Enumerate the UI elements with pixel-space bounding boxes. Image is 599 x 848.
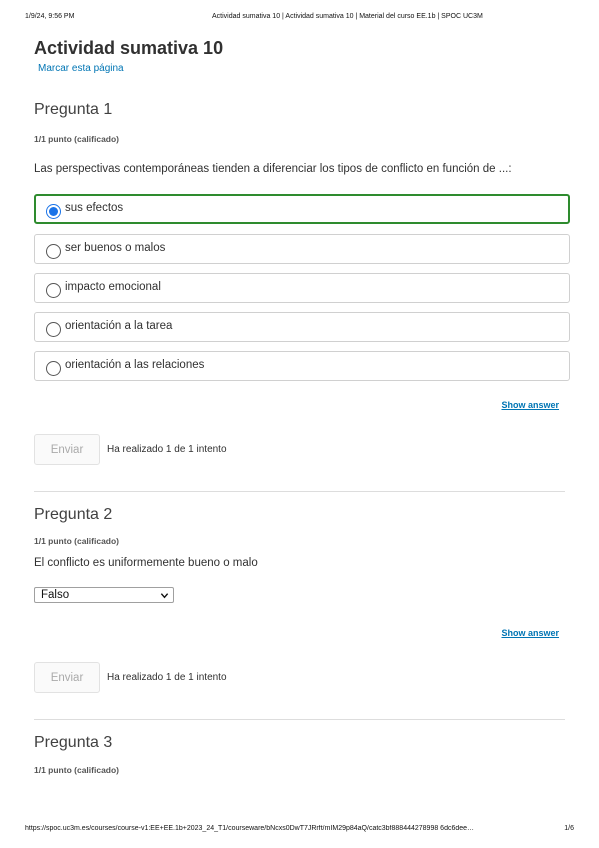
question-3-title: Pregunta 3 xyxy=(34,734,113,751)
q1-option-3-label: impacto emocional xyxy=(65,281,161,293)
q1-option-5-label: orientación a las relaciones xyxy=(65,359,205,371)
q2-attempts: Ha realizado 1 de 1 intento xyxy=(107,672,227,683)
question-2-prompt: El conflicto es uniformemente bueno o ma… xyxy=(34,557,258,569)
q1-show-answer-button[interactable]: Show answer xyxy=(501,400,559,410)
q2-show-answer-button[interactable]: Show answer xyxy=(501,628,559,638)
q1-option-3[interactable]: impacto emocional xyxy=(34,273,570,303)
q1-option-4-label: orientación a la tarea xyxy=(65,320,173,332)
bookmark-link[interactable]: Marcar esta página xyxy=(38,63,124,74)
page-title: Actividad sumativa 10 xyxy=(34,38,224,58)
radio-icon[interactable] xyxy=(46,322,61,337)
print-url: https://spoc.uc3m.es/courses/course-v1:E… xyxy=(25,825,475,832)
print-title: Actividad sumativa 10 | Actividad sumati… xyxy=(212,13,483,20)
print-header: 1/9/24, 9:56 PM Actividad sumativa 10 | … xyxy=(25,13,574,25)
question-1-points: 1/1 punto (calificado) xyxy=(34,134,120,144)
divider xyxy=(34,491,565,492)
print-page-number: 1/6 xyxy=(564,825,574,832)
radio-icon[interactable] xyxy=(46,361,61,376)
q1-option-1-label: sus efectos xyxy=(65,202,124,214)
q1-option-2[interactable]: ser buenos o malos xyxy=(34,234,570,264)
q1-attempts: Ha realizado 1 de 1 intento xyxy=(107,444,227,455)
radio-icon[interactable] xyxy=(46,283,61,298)
q1-option-4[interactable]: orientación a la tarea xyxy=(34,312,570,342)
q1-option-1[interactable]: sus efectos xyxy=(34,194,570,224)
q1-option-5[interactable]: orientación a las relaciones xyxy=(34,351,570,381)
question-2-points: 1/1 punto (calificado) xyxy=(34,536,120,546)
question-3-points: 1/1 punto (calificado) xyxy=(34,765,120,775)
question-2-title: Pregunta 2 xyxy=(34,506,113,523)
q2-submit-button[interactable]: Enviar xyxy=(34,662,100,693)
chevron-down-icon xyxy=(160,593,169,599)
print-date: 1/9/24, 9:56 PM xyxy=(25,13,75,20)
q1-option-2-label: ser buenos o malos xyxy=(65,242,166,254)
q1-submit-button[interactable]: Enviar xyxy=(34,434,100,465)
q2-answer-select[interactable]: Falso xyxy=(34,587,174,603)
question-1-title: Pregunta 1 xyxy=(34,101,113,118)
divider xyxy=(34,719,565,720)
q2-answer-value: Falso xyxy=(41,589,70,601)
radio-checked-icon[interactable] xyxy=(46,204,61,219)
radio-icon[interactable] xyxy=(46,244,61,259)
question-1-prompt: Las perspectivas contemporáneas tienden … xyxy=(34,163,512,175)
print-footer: https://spoc.uc3m.es/courses/course-v1:E… xyxy=(25,825,574,837)
